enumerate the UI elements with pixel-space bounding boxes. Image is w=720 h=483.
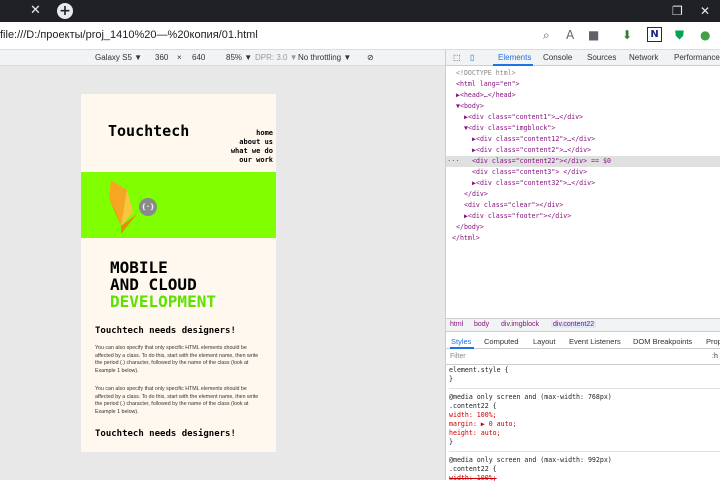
css-line[interactable]: }	[449, 375, 453, 384]
dom-node[interactable]: <html lang="en">	[446, 79, 720, 90]
bookmark-icon[interactable]: ■	[588, 28, 599, 42]
css-line[interactable]: width: 100%;	[449, 474, 497, 483]
emulated-page: Touchtech home about us what we do our w…	[81, 94, 276, 452]
tab-sources[interactable]: Sources	[587, 53, 616, 62]
dom-node-selected[interactable]: <div class="content22"></div> == $0	[446, 156, 720, 167]
nav-home[interactable]: home	[231, 129, 273, 138]
dom-node[interactable]: ▶<div class="content12">…</div>	[446, 134, 720, 145]
devtools-tabs: ⬚ ▯ Elements Console Sources Network Per…	[446, 50, 720, 66]
dom-node[interactable]: ▶<div class="content1">…</div>	[446, 112, 720, 123]
css-line[interactable]: element.style {	[449, 366, 509, 375]
tab-performance[interactable]: Performance	[674, 53, 720, 62]
filter-input[interactable]: Filter	[450, 353, 466, 360]
hero-line-1: MOBILE	[110, 258, 168, 277]
dom-node[interactable]: ▶<div class="content2">…</div>	[446, 145, 720, 156]
dom-node[interactable]: </html>	[446, 233, 720, 244]
device-select[interactable]: Galaxy S5 ▼	[95, 53, 142, 62]
hero-line-3: DEVELOPMENT	[110, 292, 216, 311]
css-line[interactable]: @media only screen and (max-width: 768px…	[449, 393, 612, 402]
dom-node[interactable]: ▼<body>	[446, 101, 720, 112]
dom-node[interactable]: <div class="content3"> </div>	[446, 167, 720, 178]
css-line[interactable]: @media only screen and (max-width: 992px…	[449, 456, 612, 465]
dom-tree: <!DOCTYPE html> <html lang="en"> ▶<head>…<…	[446, 68, 720, 318]
zoom-select[interactable]: 85% ▼	[226, 53, 252, 62]
tab-properties[interactable]: Prop	[706, 337, 720, 346]
browser-tab-bar: ✕ + ❐ ✕	[0, 0, 720, 22]
tab-network[interactable]: Network	[629, 53, 658, 62]
nav-what-we-do[interactable]: what we do	[231, 147, 273, 156]
dom-node[interactable]: ▶<head>…</head>	[446, 90, 720, 101]
tab-elements[interactable]: Elements	[498, 53, 531, 62]
css-line[interactable]: .content22 {	[449, 402, 497, 411]
breadcrumb-imgblock[interactable]: div.imgblock	[501, 321, 539, 328]
section-heading-2: Touchtech needs designers!	[95, 429, 236, 439]
firebase-flame-icon	[109, 180, 137, 234]
dom-node[interactable]: <!DOCTYPE html>	[446, 68, 720, 79]
throttle-select[interactable]: No throttling ▼	[298, 53, 351, 62]
site-logo[interactable]: Touchtech	[108, 122, 189, 140]
paragraph-2: You can also specify that only specific …	[95, 386, 259, 415]
device-toolbar: Galaxy S5 ▼ 360 × 640 85% ▼ DPR: 3.0 ▼ N…	[0, 50, 445, 66]
tab-console[interactable]: Console	[543, 53, 572, 62]
styles-filter: Filter :h	[446, 350, 720, 365]
css-rule-separator	[449, 388, 720, 389]
functions-badge-icon: {·}	[139, 198, 157, 216]
css-line[interactable]: width: 100%;	[449, 411, 497, 420]
nav-about-us[interactable]: about us	[231, 138, 273, 147]
hero-green-block: {·}	[81, 172, 276, 238]
paragraph-1: You can also specify that only specific …	[95, 345, 259, 374]
breadcrumb-html[interactable]: html	[450, 321, 463, 328]
restore-window-icon[interactable]: ❐	[672, 3, 683, 19]
selected-node-marker: ···	[447, 157, 460, 165]
device-toggle-icon[interactable]: ▯	[470, 53, 474, 62]
nav-our-work[interactable]: our work	[231, 156, 273, 165]
hover-state-toggle[interactable]: :h	[712, 353, 718, 360]
styles-active-indicator	[450, 347, 474, 349]
dom-breadcrumb: html body div.imgblock div.content22	[446, 318, 720, 332]
dom-node[interactable]: </div>	[446, 189, 720, 200]
css-line[interactable]: margin: ▶ 0 auto;	[449, 420, 517, 429]
breadcrumb-content22[interactable]: div.content22	[551, 321, 597, 328]
n-extension-icon[interactable]: N	[647, 27, 662, 42]
hero-line-2: AND CLOUD	[110, 275, 197, 294]
shield-extension-icon[interactable]: ⛊	[675, 28, 684, 42]
section-heading-1: Touchtech needs designers!	[95, 326, 236, 336]
tab-layout[interactable]: Layout	[533, 337, 556, 346]
tab-computed[interactable]: Computed	[484, 337, 519, 346]
breadcrumb-body[interactable]: body	[474, 321, 489, 328]
address-bar: file:///D:/проекты/proj_1410%20—%20копия…	[0, 22, 720, 50]
device-viewport: Touchtech home about us what we do our w…	[0, 66, 445, 480]
tab-event-listeners[interactable]: Event Listeners	[569, 337, 621, 346]
dpr-select[interactable]: DPR: 3.0 ▼	[255, 53, 298, 62]
styles-tabs: Styles Computed Layout Event Listeners D…	[446, 333, 720, 349]
new-tab-icon[interactable]: +	[57, 3, 73, 19]
css-line[interactable]: .content22 {	[449, 465, 497, 474]
dom-node[interactable]: ▼<div class="imgblock">	[446, 123, 720, 134]
css-line[interactable]: height: auto;	[449, 429, 501, 438]
dom-node[interactable]: ▶<div class="content32">…</div>	[446, 178, 720, 189]
search-icon[interactable]: ⌕	[543, 28, 550, 42]
dom-node[interactable]: </body>	[446, 222, 720, 233]
vpn-extension-icon[interactable]: ●	[700, 28, 710, 42]
dom-node[interactable]: <div class="clear"></div>	[446, 200, 720, 211]
devtools-panel: ⬚ ▯ Elements Console Sources Network Per…	[445, 50, 720, 483]
hero-title: MOBILE AND CLOUD DEVELOPMENT	[110, 259, 216, 310]
site-nav: home about us what we do our work	[231, 129, 273, 165]
css-rule-separator	[449, 451, 720, 452]
viewport-width[interactable]: 360	[155, 53, 168, 62]
close-window-icon[interactable]: ✕	[700, 3, 710, 19]
dom-node[interactable]: ▶<div class="footer"></div>	[446, 211, 720, 222]
active-tab-indicator	[493, 64, 533, 66]
dimension-times: ×	[177, 53, 182, 62]
rotate-icon[interactable]: ⊘	[367, 53, 374, 62]
translate-icon[interactable]: A	[566, 28, 574, 42]
download-extension-icon[interactable]: ⬇	[622, 28, 632, 42]
css-line[interactable]: }	[449, 438, 453, 447]
close-tab-icon[interactable]: ✕	[30, 3, 41, 19]
tab-styles[interactable]: Styles	[451, 337, 471, 346]
viewport-height[interactable]: 640	[192, 53, 205, 62]
url-text[interactable]: file:///D:/проекты/proj_1410%20—%20копия…	[0, 29, 258, 41]
tab-dom-breakpoints[interactable]: DOM Breakpoints	[633, 337, 692, 346]
inspect-icon[interactable]: ⬚	[453, 53, 461, 62]
